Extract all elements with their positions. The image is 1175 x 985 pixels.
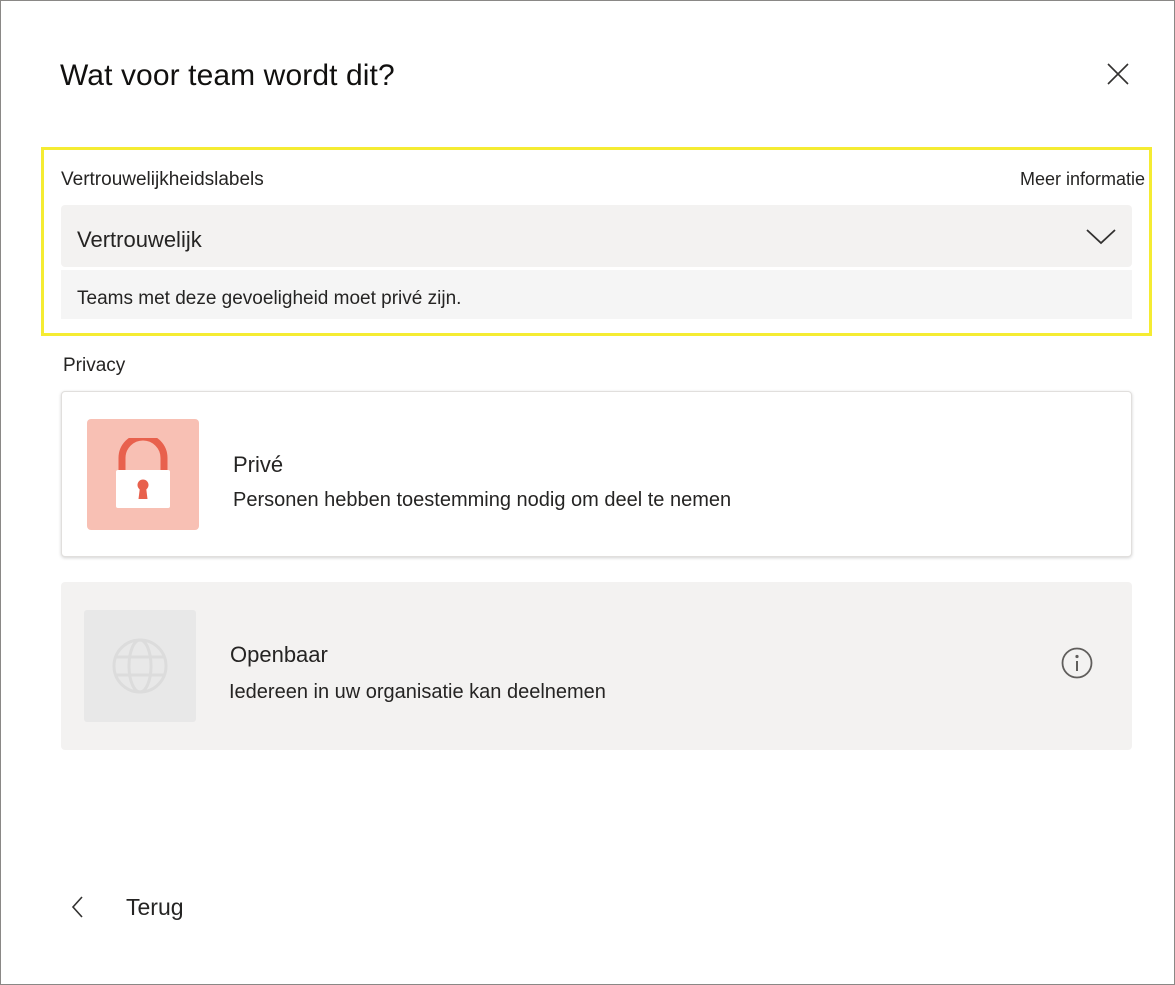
privacy-heading: Privacy	[63, 355, 126, 376]
dialog-title: Wat voor team wordt dit?	[60, 59, 395, 92]
privacy-option-private[interactable]: Privé Personen hebben toestemming nodig …	[61, 391, 1132, 557]
sensitivity-description: Teams met deze gevoeligheid moet privé z…	[77, 288, 462, 309]
back-label: Terug	[126, 893, 184, 920]
privacy-option-public[interactable]: Openbaar Iedereen in uw organisatie kan …	[61, 582, 1132, 750]
globe-icon	[112, 638, 168, 694]
sensitivity-description-box: Teams met deze gevoeligheid moet privé z…	[61, 270, 1132, 319]
public-info-button[interactable]	[1061, 647, 1093, 679]
private-option-description: Personen hebben toestemming nodig om dee…	[233, 489, 732, 511]
public-option-title: Openbaar	[230, 642, 328, 667]
sensitivity-dropdown[interactable]: Vertrouwelijk	[61, 205, 1132, 267]
private-icon-tile	[87, 419, 199, 530]
sensitivity-label-heading: Vertrouwelijkheidslabels	[61, 169, 264, 190]
private-option-title: Privé	[233, 452, 284, 477]
create-team-dialog: Wat voor team wordt dit? Vertrouwelijkhe…	[0, 0, 1175, 985]
back-button[interactable]: Terug	[67, 893, 184, 921]
lock-icon	[116, 437, 170, 508]
close-button[interactable]	[1101, 57, 1135, 91]
chevron-down-icon	[1086, 229, 1116, 245]
chevron-left-icon	[71, 896, 83, 918]
info-icon	[1061, 647, 1093, 679]
public-option-description: Iedereen in uw organisatie kan deelnemen	[229, 681, 606, 703]
more-info-link[interactable]: Meer informatie	[1020, 169, 1145, 190]
sensitivity-dropdown-value: Vertrouwelijk	[77, 227, 202, 252]
close-icon	[1107, 63, 1129, 85]
public-icon-tile	[84, 610, 196, 722]
